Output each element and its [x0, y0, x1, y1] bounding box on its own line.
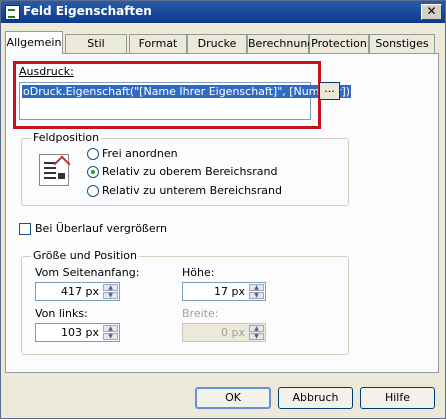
radio-unterer-rand[interactable]	[87, 185, 99, 197]
top-label: Vom Seitenanfang:	[35, 266, 140, 279]
dialog-window: Feld Eigenschaften ✕ Allgemein Stil Form…	[0, 0, 446, 419]
top-value: 417 px	[61, 285, 99, 298]
tab-drucke-wer[interactable]: Drucke Wer	[187, 34, 247, 68]
spin-up-icon[interactable]: ▲	[249, 284, 264, 291]
radio-oberer-rand[interactable]	[87, 166, 99, 178]
lock-icon	[58, 173, 65, 179]
spin-down-icon[interactable]: ▼	[103, 333, 118, 340]
browse-button[interactable]: ...	[319, 82, 340, 100]
tab-allgemein[interactable]: Allgemein	[5, 31, 63, 54]
overflow-label: Bei Überlauf vergrößern	[35, 222, 167, 235]
tab-berechnung[interactable]: Berechnung	[247, 34, 314, 53]
height-value: 17 px	[214, 285, 245, 298]
left-label: Von links:	[35, 307, 88, 320]
left-value: 103 px	[61, 326, 99, 339]
height-spinner[interactable]: 17 px ▲ ▼	[182, 282, 266, 301]
radio-frei-anordnen[interactable]	[87, 148, 99, 160]
width-label: Breite:	[182, 307, 219, 320]
window-title: Feld Eigenschaften	[23, 4, 152, 18]
width-spinner: 0 px ▲ ▼	[182, 323, 266, 342]
spin-up-icon[interactable]: ▲	[103, 284, 118, 291]
radio-label-unterer: Relativ zu unterem Bereichsrand	[102, 184, 283, 197]
feldposition-title: Feldposition	[31, 131, 102, 144]
ok-button[interactable]: OK	[195, 387, 271, 409]
tab-format[interactable]: Format	[129, 34, 187, 53]
cancel-button[interactable]: Abbruch	[278, 387, 353, 409]
overflow-checkbox[interactable]	[19, 223, 31, 235]
width-value: 0 px	[221, 326, 245, 339]
spin-down-icon[interactable]: ▼	[249, 292, 264, 299]
tab-stil[interactable]: Stil	[65, 34, 127, 53]
radio-label-frei: Frei anordnen	[102, 147, 178, 160]
window-icon	[5, 5, 20, 20]
spin-up-icon: ▲	[249, 325, 264, 332]
spin-down-icon: ▼	[249, 333, 264, 340]
document-position-icon	[39, 154, 71, 186]
top-spinner[interactable]: 417 px ▲ ▼	[35, 282, 120, 301]
radio-label-oberer: Relativ zu oberem Bereichsrand	[102, 165, 278, 178]
title-bar[interactable]: Feld Eigenschaften ✕	[1, 1, 445, 23]
help-button[interactable]: Hilfe	[360, 387, 435, 409]
arrow-icon	[53, 155, 71, 173]
tab-sonstiges[interactable]: Sonstiges	[369, 34, 435, 53]
height-label: Höhe:	[182, 266, 215, 279]
size-position-title: Größe und Position	[31, 249, 139, 262]
highlight-box	[13, 61, 321, 129]
close-button[interactable]: ✕	[421, 4, 442, 20]
tab-protection[interactable]: Protection	[309, 34, 369, 53]
left-spinner[interactable]: 103 px ▲ ▼	[35, 323, 120, 342]
spin-down-icon[interactable]: ▼	[103, 292, 118, 299]
spin-up-icon[interactable]: ▲	[103, 325, 118, 332]
